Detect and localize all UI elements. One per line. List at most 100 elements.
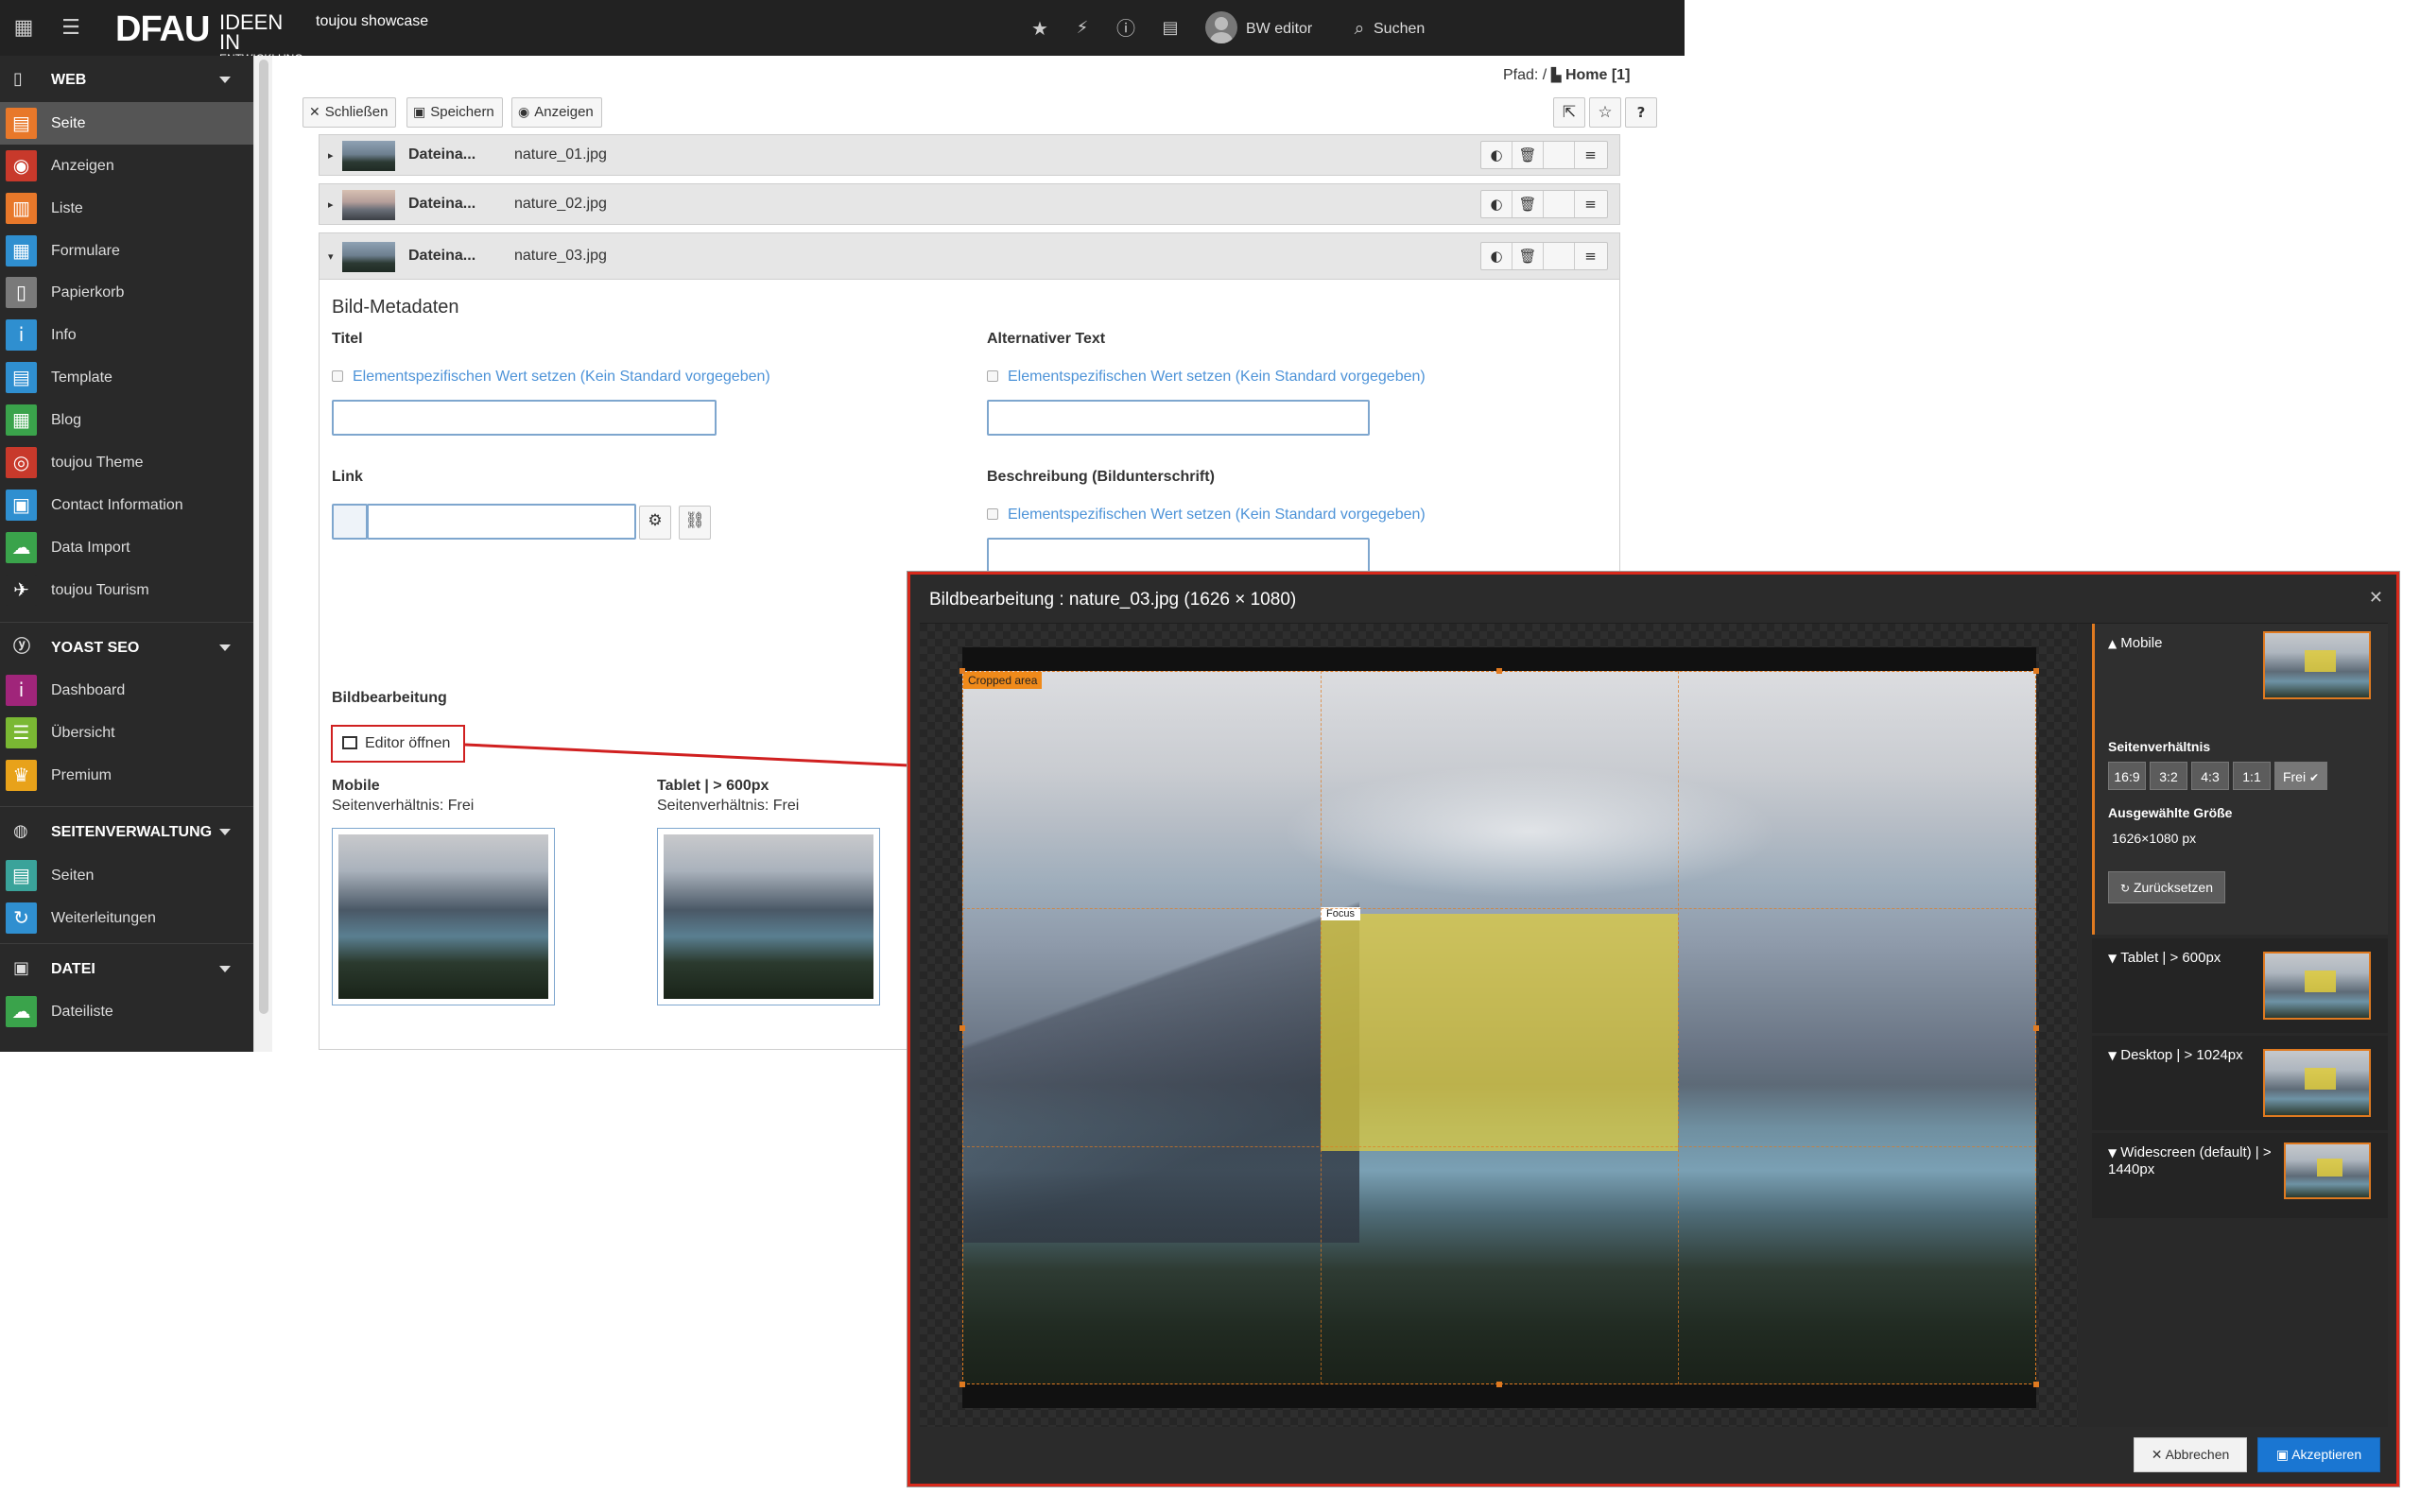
variant-title[interactable]: ▼ Tablet | > 600px xyxy=(2108,950,2273,967)
page-tree-toggle-icon[interactable]: ☰ xyxy=(59,16,83,41)
sidebar-item-blog[interactable]: ▦ Blog xyxy=(0,399,253,441)
crop-area[interactable] xyxy=(962,671,2036,1384)
chevron-down-icon[interactable] xyxy=(219,829,231,835)
site-name[interactable]: toujou showcase xyxy=(316,13,428,30)
crop-handle-bottom-left[interactable] xyxy=(959,1382,965,1387)
file-panel-expanded[interactable]: ▾ Dateina... nature_03.jpg ◐ 🗑 ≡ xyxy=(319,232,1620,280)
open-new-window-icon[interactable]: ⇱ xyxy=(1553,97,1585,128)
sidebar-category-web[interactable]: ▯ WEB xyxy=(0,60,253,99)
variant-title[interactable]: ▼ Desktop | > 1024px xyxy=(2108,1047,2273,1064)
view-button[interactable]: ◉ Anzeigen xyxy=(511,97,602,128)
sidebar-item-toujou-tourism[interactable]: ✈ toujou Tourism xyxy=(0,569,253,611)
crop-handle-top-right[interactable] xyxy=(2033,668,2039,674)
alt-text-input[interactable] xyxy=(987,400,1370,436)
chevron-down-icon[interactable] xyxy=(219,644,231,651)
file-panel[interactable]: ▸ Dateina... nature_01.jpg ◐ 🗑 ≡ xyxy=(319,134,1620,176)
delete-icon[interactable]: 🗑 xyxy=(1512,191,1544,217)
sidebar-item-dateiliste[interactable]: ☁ Dateiliste xyxy=(0,990,253,1033)
checkbox-box[interactable] xyxy=(332,370,343,382)
ratio-3-2-button[interactable]: 3:2 xyxy=(2150,762,2187,790)
chevron-down-icon[interactable] xyxy=(219,966,231,972)
delete-icon[interactable]: 🗑 xyxy=(1512,243,1544,269)
sidebar-category-yoast-seo[interactable]: ⓨ YOAST SEO xyxy=(0,627,253,667)
system-info-icon[interactable]: ▤ xyxy=(1158,16,1183,41)
ratio-16-9-button[interactable]: 16:9 xyxy=(2108,762,2146,790)
sidebar-item-weiterleitungen[interactable]: ↻ Weiterleitungen xyxy=(0,897,253,939)
sidebar-item-toujou-theme[interactable]: ◎ toujou Theme xyxy=(0,441,253,484)
ratio-4-3-button[interactable]: 4:3 xyxy=(2191,762,2229,790)
sidebar-item-contact-information[interactable]: ▣ Contact Information xyxy=(0,484,253,526)
crop-handle-top[interactable] xyxy=(1496,668,1502,674)
variant-title[interactable]: ▲ Mobile xyxy=(2108,635,2273,652)
help-button-icon[interactable]: ? xyxy=(1625,97,1657,128)
drag-handle-icon[interactable]: ≡ xyxy=(1575,142,1606,168)
reset-button[interactable]: ↻ Zurücksetzen xyxy=(2108,871,2225,903)
cancel-button[interactable]: ✕ Abbrechen xyxy=(2134,1437,2247,1472)
user-name[interactable]: BW editor xyxy=(1246,21,1312,38)
search-icon[interactable]: ⌕ xyxy=(1347,16,1372,41)
ratio-1-1-button[interactable]: 1:1 xyxy=(2233,762,2271,790)
title-override-checkbox[interactable]: Elementspezifischen Wert setzen (Kein St… xyxy=(332,369,770,386)
description-override-checkbox[interactable]: Elementspezifischen Wert setzen (Kein St… xyxy=(987,507,1426,524)
file-panel[interactable]: ▸ Dateina... nature_02.jpg ◐ 🗑 ≡ xyxy=(319,183,1620,225)
sidebar-item-seite[interactable]: ▤ Seite xyxy=(0,102,253,145)
alt-override-checkbox[interactable]: Elementspezifischen Wert setzen (Kein St… xyxy=(987,369,1426,386)
link-chain-icon[interactable]: ⛓ xyxy=(679,506,711,540)
search-label[interactable]: Suchen xyxy=(1374,21,1425,38)
description-input[interactable] xyxy=(987,538,1370,574)
sidebar-item-template[interactable]: ▤ Template xyxy=(0,356,253,399)
sidebar-item-formulare[interactable]: ▦ Formulare xyxy=(0,230,253,272)
save-button[interactable]: ▣ Speichern xyxy=(406,97,503,128)
crop-handle-bottom[interactable] xyxy=(1496,1382,1502,1387)
crop-handle-top-left[interactable] xyxy=(959,668,965,674)
toggle-visibility-icon[interactable]: ◐ xyxy=(1481,142,1512,168)
variant-mobile[interactable]: ▲ Mobile Seitenverhältnis 16:9 3:2 4:3 1:… xyxy=(2092,624,2388,935)
bookmarks-star-icon[interactable]: ★ xyxy=(1028,16,1052,41)
sidebar-category-datei[interactable]: ▣ DATEI xyxy=(0,949,253,988)
link-wizard-icon[interactable]: ⚙ xyxy=(639,506,671,540)
close-button[interactable]: ✕ Schließen xyxy=(302,97,397,128)
sidebar-scrollbar[interactable] xyxy=(253,56,272,1052)
toggle-visibility-icon[interactable]: ◐ xyxy=(1481,243,1512,269)
sidebar-item-uebersicht[interactable]: ☰ Übersicht xyxy=(0,712,253,754)
sidebar-item-data-import[interactable]: ☁ Data Import xyxy=(0,526,253,569)
drag-handle-icon[interactable]: ≡ xyxy=(1575,191,1606,217)
toggle-visibility-icon[interactable]: ◐ xyxy=(1481,191,1512,217)
path-page[interactable]: Home [1] xyxy=(1565,67,1630,83)
checkbox-box[interactable] xyxy=(987,370,998,382)
chevron-right-icon[interactable]: ▸ xyxy=(328,149,334,162)
link-input[interactable] xyxy=(367,504,636,540)
sidebar-item-anzeigen[interactable]: ◉ Anzeigen xyxy=(0,145,253,187)
ratio-free-button[interactable]: Frei ✔ xyxy=(2274,762,2327,790)
sidebar-item-dashboard[interactable]: i Dashboard xyxy=(0,669,253,712)
sidebar-item-seiten[interactable]: ▤ Seiten xyxy=(0,854,253,897)
sidebar-item-info[interactable]: i Info xyxy=(0,314,253,356)
sidebar-item-papierkorb[interactable]: ▯ Papierkorb xyxy=(0,271,253,314)
chevron-down-icon[interactable]: ▾ xyxy=(328,250,334,263)
crop-handle-left[interactable] xyxy=(959,1025,965,1031)
module-menu-icon[interactable]: ▦ xyxy=(11,16,36,41)
title-label: Titel xyxy=(332,331,363,347)
checkbox-box[interactable] xyxy=(987,508,998,520)
crop-handle-right[interactable] xyxy=(2033,1025,2039,1031)
bookmark-star-icon[interactable]: ☆ xyxy=(1589,97,1621,128)
crop-handle-bottom-right[interactable] xyxy=(2033,1382,2039,1387)
variant-tablet[interactable]: ▼ Tablet | > 600px xyxy=(2092,938,2388,1033)
chevron-down-icon[interactable] xyxy=(219,77,231,83)
chevron-right-icon[interactable]: ▸ xyxy=(328,198,334,211)
accept-button[interactable]: ▣ Akzeptieren xyxy=(2257,1437,2380,1472)
drag-handle-icon[interactable]: ≡ xyxy=(1575,243,1606,269)
clear-cache-bolt-icon[interactable]: ⚡ xyxy=(1070,16,1095,41)
sidebar-category-seitenverwaltung[interactable]: ◍ SEITENVERWALTUNG xyxy=(0,812,253,851)
help-icon[interactable]: ⓘ xyxy=(1114,16,1138,41)
title-input[interactable] xyxy=(332,400,717,436)
sidebar-item-premium[interactable]: ♛ Premium xyxy=(0,754,253,797)
close-icon[interactable]: ✕ xyxy=(2369,588,2383,608)
open-editor-button[interactable]: Editor öffnen xyxy=(331,725,465,763)
delete-icon[interactable]: 🗑 xyxy=(1512,142,1544,168)
variant-title[interactable]: ▼ Widescreen (default) | > 1440px xyxy=(2108,1144,2273,1177)
user-avatar[interactable] xyxy=(1205,11,1237,43)
variant-desktop[interactable]: ▼ Desktop | > 1024px xyxy=(2092,1036,2388,1130)
variant-widescreen[interactable]: ▼ Widescreen (default) | > 1440px xyxy=(2092,1133,2388,1218)
sidebar-item-liste[interactable]: ▥ Liste xyxy=(0,187,253,230)
